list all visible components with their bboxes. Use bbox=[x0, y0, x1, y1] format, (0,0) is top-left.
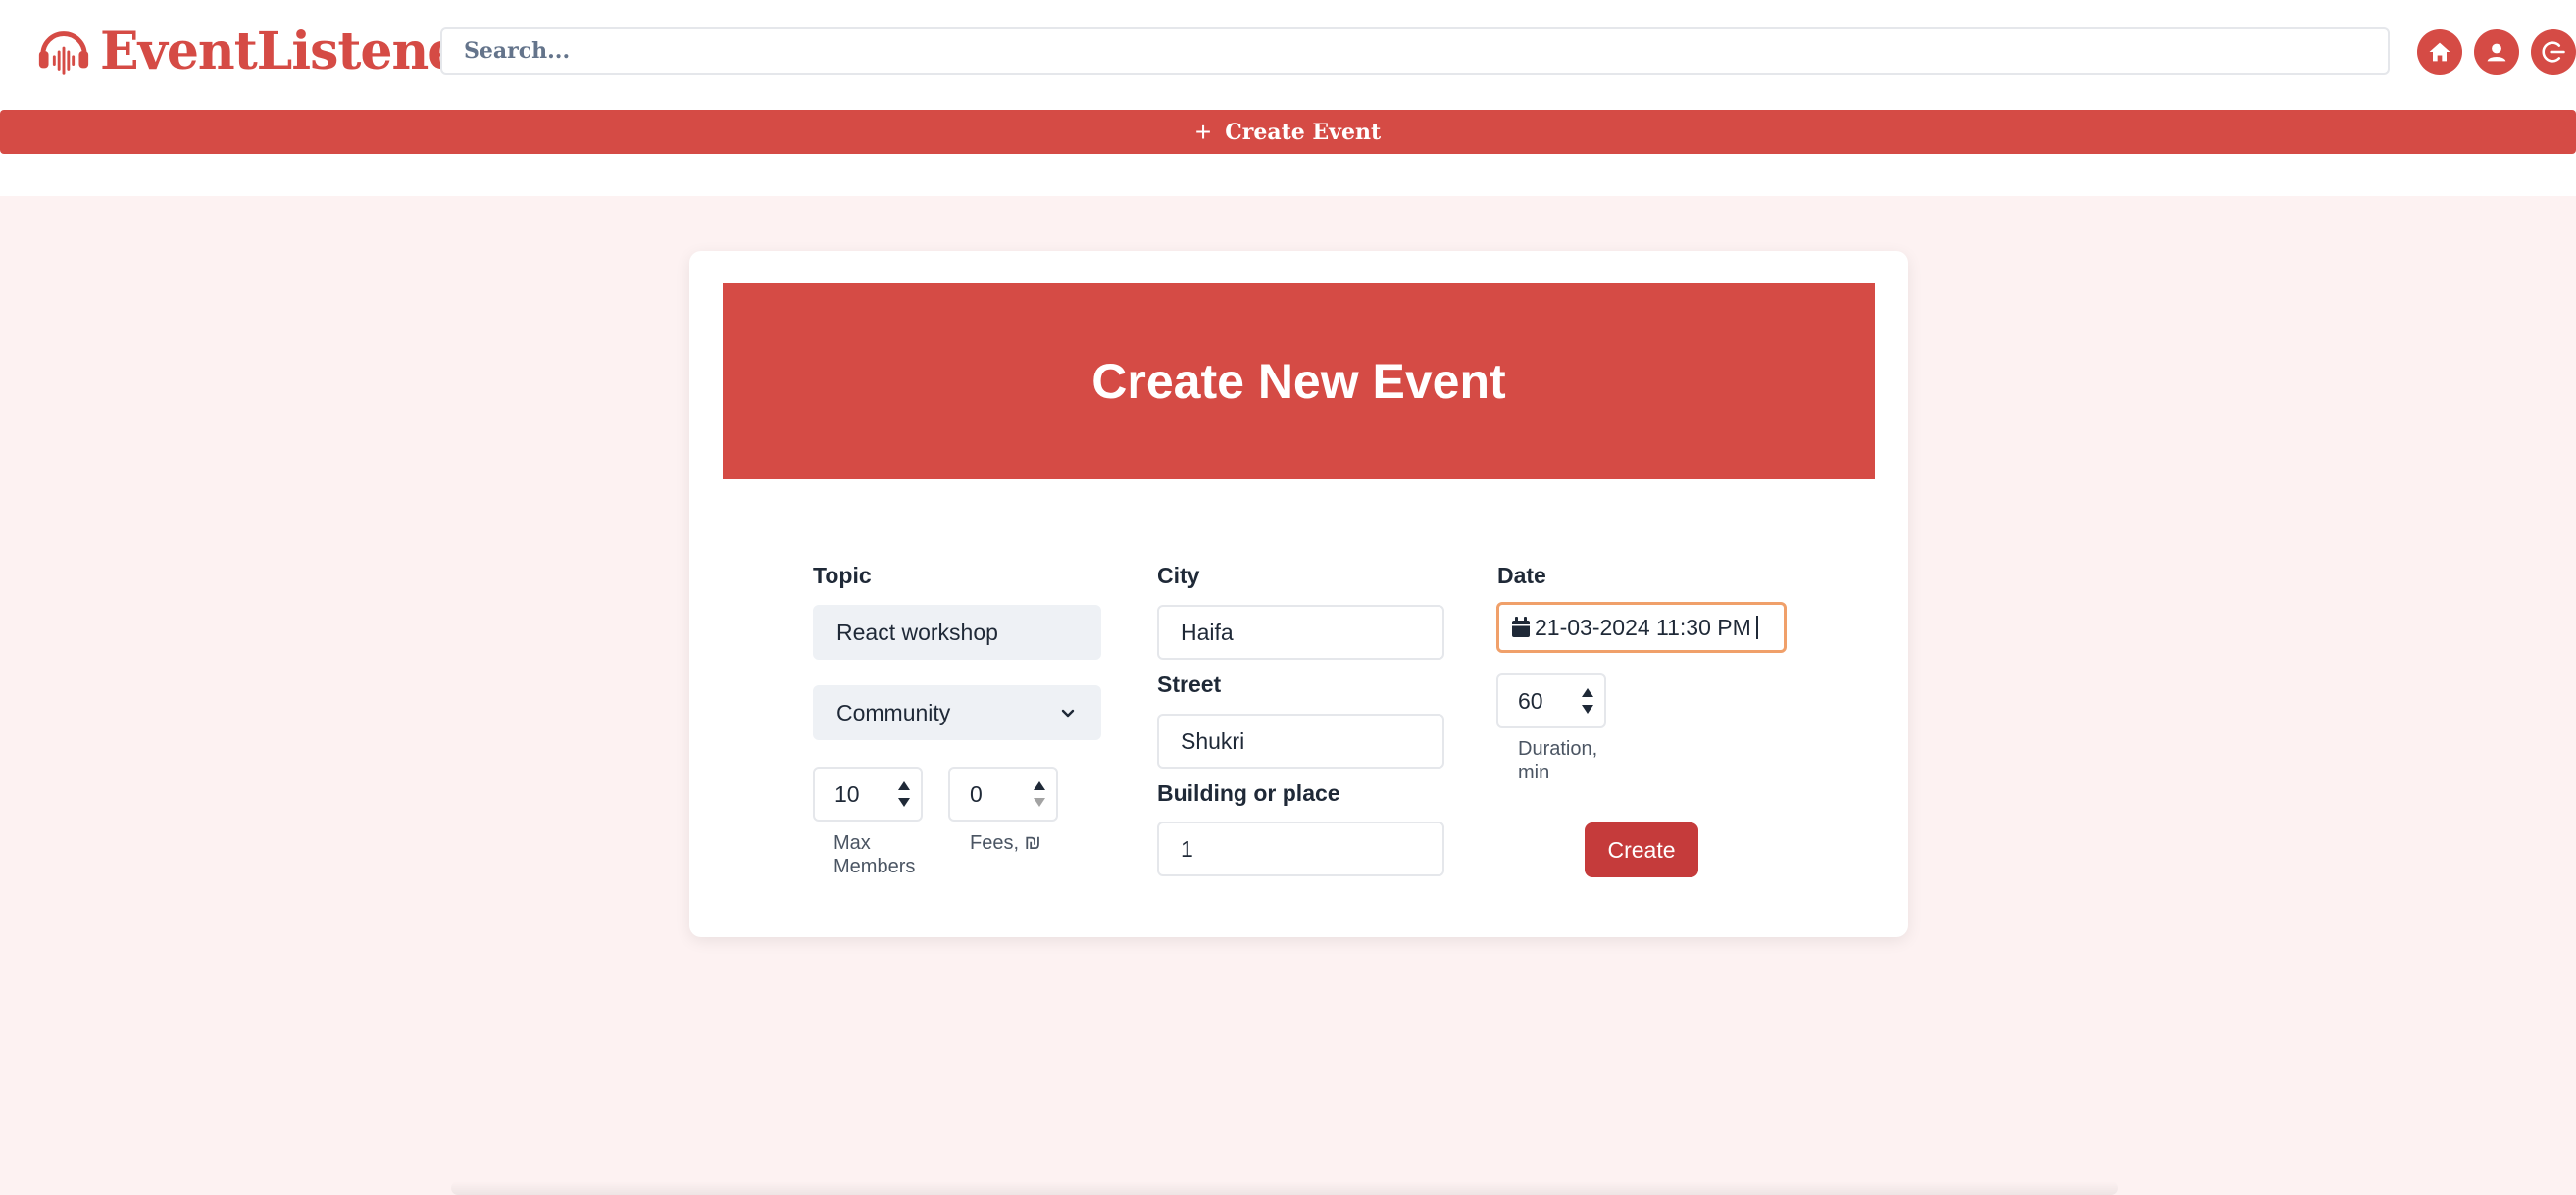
logout-icon bbox=[2542, 41, 2565, 63]
duration-label: Duration, min bbox=[1518, 738, 1598, 783]
text-caret bbox=[1755, 616, 1758, 639]
user-icon bbox=[2487, 43, 2506, 62]
create-button[interactable]: Create bbox=[1585, 822, 1698, 877]
max-members-stepper[interactable]: 10 bbox=[813, 767, 923, 822]
city-label: City bbox=[1157, 563, 1200, 588]
building-value: 1 bbox=[1181, 835, 1193, 862]
chevron-down-icon bbox=[1058, 703, 1078, 722]
fees-stepper[interactable]: 0 bbox=[948, 767, 1058, 822]
topic-input[interactable]: React workshop bbox=[813, 605, 1101, 660]
date-value: 21-03-2024 11:30 PM bbox=[1535, 614, 1751, 640]
topic-value: React workshop bbox=[836, 619, 998, 645]
street-label: Street bbox=[1157, 672, 1222, 697]
category-selected-value: Community bbox=[836, 699, 951, 725]
decrement-icon[interactable] bbox=[1032, 797, 1047, 809]
fees-value: 0 bbox=[970, 780, 983, 807]
card-header: Create New Event bbox=[723, 283, 1875, 479]
category-select[interactable]: Community bbox=[813, 685, 1101, 740]
calendar-icon bbox=[1512, 617, 1530, 637]
home-icon bbox=[2429, 42, 2450, 62]
fees-label: Fees, ₪ bbox=[970, 832, 1041, 854]
max-members-label: Max Members bbox=[833, 832, 916, 877]
fees-arrows bbox=[1023, 779, 1056, 809]
date-input[interactable]: 21-03-2024 11:30 PM bbox=[1496, 602, 1787, 653]
street-input[interactable]: Shukri bbox=[1157, 714, 1444, 769]
home-button[interactable] bbox=[2417, 29, 2462, 75]
duration-stepper[interactable]: 60 bbox=[1496, 673, 1606, 728]
building-input[interactable]: 1 bbox=[1157, 822, 1444, 876]
duration-value: 60 bbox=[1518, 687, 1543, 714]
increment-icon[interactable] bbox=[1580, 686, 1595, 698]
top-navbar: EventListener bbox=[0, 0, 2576, 108]
page-title: Create New Event bbox=[1091, 354, 1506, 409]
date-label: Date bbox=[1497, 563, 1546, 588]
city-input[interactable]: Haifa bbox=[1157, 605, 1444, 660]
profile-button[interactable] bbox=[2474, 29, 2519, 75]
headphones-logo-icon bbox=[38, 31, 89, 75]
logout-button[interactable] bbox=[2531, 29, 2576, 75]
decrement-icon[interactable] bbox=[896, 797, 912, 809]
topic-label: Topic bbox=[813, 563, 872, 588]
create-event-card: Create New Event Topic React workshop Co… bbox=[689, 251, 1908, 937]
search-input[interactable] bbox=[440, 27, 2390, 75]
increment-icon[interactable] bbox=[1032, 779, 1047, 791]
building-label: Building or place bbox=[1157, 780, 1340, 806]
create-event-label: Create Event bbox=[1225, 119, 1382, 145]
decrement-icon[interactable] bbox=[1580, 704, 1595, 716]
max-members-value: 10 bbox=[834, 780, 860, 807]
top-icon-group bbox=[2417, 29, 2576, 75]
plus-icon: + bbox=[1194, 116, 1212, 147]
create-event-bar[interactable]: + Create Event bbox=[0, 110, 2576, 154]
increment-icon[interactable] bbox=[896, 779, 912, 791]
brand-name: EventListener bbox=[100, 21, 486, 81]
city-value: Haifa bbox=[1181, 619, 1234, 645]
brand-logo[interactable]: EventListener bbox=[35, 20, 486, 82]
max-members-arrows bbox=[887, 779, 921, 809]
bottom-shadow bbox=[451, 1181, 2118, 1195]
street-value: Shukri bbox=[1181, 727, 1245, 754]
duration-arrows bbox=[1571, 686, 1604, 716]
